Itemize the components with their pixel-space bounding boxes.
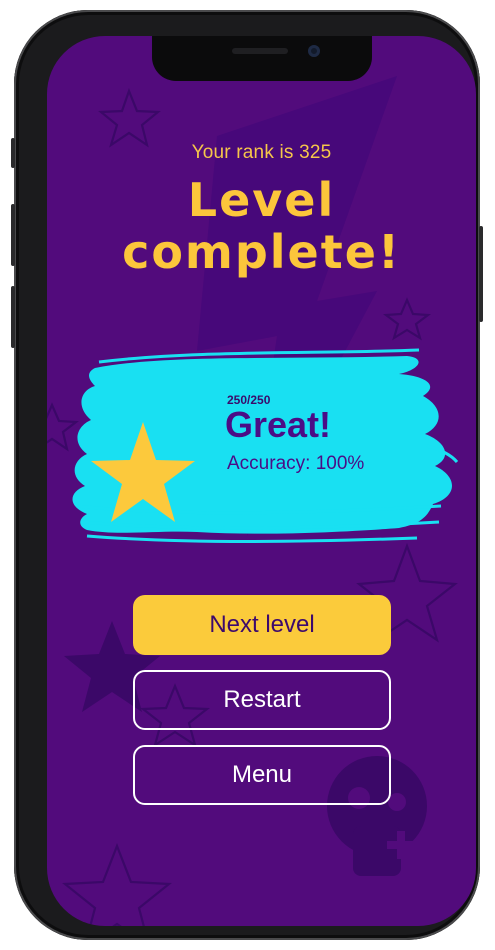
volume-down-button xyxy=(11,286,15,348)
speaker-grille xyxy=(232,48,288,54)
star-outline-icon xyxy=(98,87,161,148)
title-line-1: Level xyxy=(187,173,336,227)
star-outline-icon xyxy=(62,842,172,926)
restart-button[interactable]: Restart xyxy=(133,670,391,730)
rating-text: Great! xyxy=(225,404,332,445)
star-outline-icon xyxy=(382,297,432,341)
next-level-button[interactable]: Next level xyxy=(133,595,391,655)
camera-icon xyxy=(308,45,320,57)
rank-text: Your rank is 325 xyxy=(191,142,332,163)
volume-up-button xyxy=(11,204,15,266)
notch xyxy=(152,36,372,81)
mute-switch xyxy=(11,138,15,168)
phone-frame: Your rank is 325 Level complete! 250/250… xyxy=(11,10,483,940)
level-complete-title: Level complete! xyxy=(47,174,476,278)
menu-button[interactable]: Menu xyxy=(133,745,391,805)
title-line-2: complete! xyxy=(122,225,401,279)
power-button xyxy=(479,226,483,322)
game-screen: Your rank is 325 Level complete! 250/250… xyxy=(47,36,476,926)
accuracy-text: Accuracy: 100% xyxy=(227,453,365,474)
result-card xyxy=(72,348,459,543)
